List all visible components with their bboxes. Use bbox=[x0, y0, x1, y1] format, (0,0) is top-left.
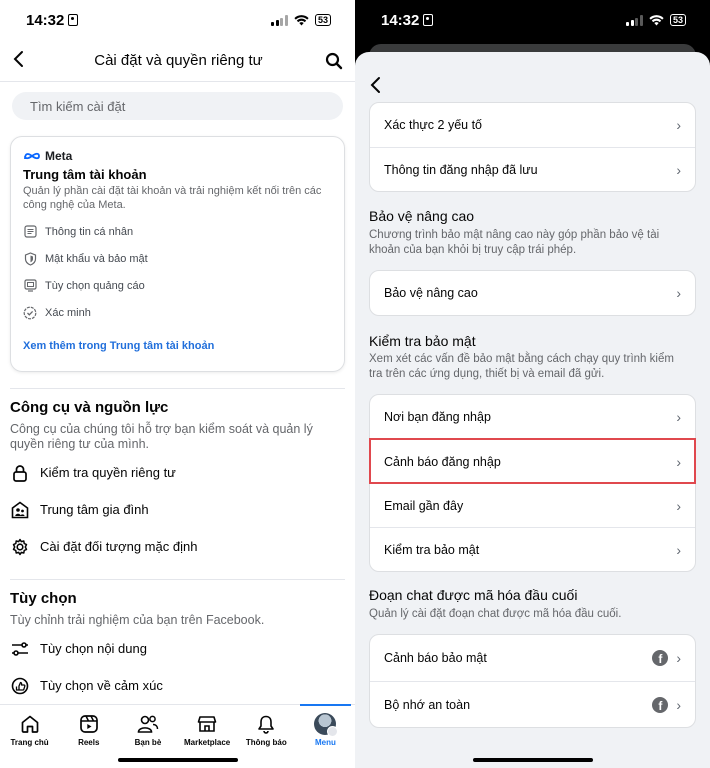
chevron-right-icon: › bbox=[676, 117, 681, 133]
cellular-signal-icon bbox=[271, 14, 288, 26]
reaction-icon bbox=[10, 676, 30, 696]
search-button[interactable] bbox=[325, 52, 343, 70]
marketplace-icon bbox=[196, 713, 218, 735]
verified-badge-icon bbox=[23, 306, 37, 320]
meta-infinity-icon bbox=[24, 152, 40, 160]
advanced-protection-item[interactable]: Bảo vệ nâng cao › bbox=[370, 271, 695, 315]
sliders-icon bbox=[10, 639, 30, 659]
advanced-protection-card: Bảo vệ nâng cao › bbox=[369, 270, 696, 316]
saved-login-info-item[interactable]: Thông tin đăng nhập đã lưu › bbox=[370, 147, 695, 191]
accounts-center-card[interactable]: Meta Trung tâm tài khoản Quản lý phần cà… bbox=[10, 136, 345, 372]
accounts-center-title: Trung tâm tài khoản bbox=[23, 167, 147, 182]
lock-icon bbox=[10, 463, 30, 483]
wifi-icon bbox=[294, 14, 309, 25]
chevron-right-icon: › bbox=[676, 285, 681, 301]
security-check-card: Nơi bạn đăng nhập › Cảnh báo đăng nhập › E… bbox=[369, 394, 696, 572]
chevron-right-icon: › bbox=[676, 541, 681, 558]
tab-home[interactable]: Trang chủ bbox=[0, 705, 59, 768]
search-icon bbox=[325, 52, 343, 69]
where-logged-in-item[interactable]: Nơi bạn đăng nhập › bbox=[370, 395, 695, 439]
reaction-preferences-item[interactable]: Tùy chọn về cảm xúc bbox=[0, 667, 355, 704]
status-bar: 14:32 53 bbox=[0, 0, 355, 40]
home-icon bbox=[19, 713, 41, 735]
privacy-checkup-item[interactable]: Kiểm tra quyền riêng tư bbox=[0, 454, 355, 491]
reels-icon bbox=[78, 713, 100, 735]
friends-icon bbox=[137, 713, 159, 735]
security-check-description: Xem xét các vấn đề bảo mật bằng cách chạ… bbox=[369, 353, 674, 380]
default-audience-item[interactable]: Cài đặt đối tượng mặc định bbox=[0, 528, 355, 565]
id-card-icon bbox=[23, 225, 37, 239]
page-header: Cài đặt và quyền riêng tư bbox=[0, 40, 355, 82]
status-bar: 14:32 53 bbox=[355, 0, 710, 40]
meta-item-ad-preferences[interactable]: Tùy chọn quảng cáo bbox=[23, 272, 332, 299]
cellular-signal-icon bbox=[626, 14, 643, 26]
login-options-card: Xác thực 2 yếu tố › Thông tin đăng nhập đ… bbox=[369, 102, 696, 192]
home-indicator bbox=[472, 758, 593, 762]
settings-search-input[interactable]: Tìm kiếm cài đặt bbox=[12, 92, 343, 120]
meta-logo: Meta bbox=[23, 149, 332, 163]
chevron-right-icon: › bbox=[676, 409, 681, 425]
chevron-right-icon: › bbox=[676, 497, 681, 514]
bell-icon bbox=[255, 713, 277, 735]
battery-indicator: 53 bbox=[314, 14, 331, 26]
back-button[interactable] bbox=[12, 50, 32, 72]
wifi-icon bbox=[649, 14, 664, 25]
two-factor-auth-item[interactable]: Xác thực 2 yếu tố › bbox=[370, 103, 695, 147]
tab-menu[interactable]: Menu bbox=[296, 704, 355, 768]
tools-section-description: Công cụ của chúng tôi hỗ trợ bạn kiểm so… bbox=[10, 422, 313, 451]
e2ee-chats-card: Cảnh báo bảo mật f › Bộ nhớ an toàn f › bbox=[369, 634, 696, 728]
facebook-icon: f bbox=[652, 696, 669, 713]
secure-storage-item[interactable]: Bộ nhớ an toàn f › bbox=[370, 681, 695, 727]
content-preferences-item[interactable]: Tùy chọn nội dung bbox=[0, 630, 355, 667]
meta-item-password-security[interactable]: Mật khẩu và bảo mật bbox=[23, 245, 332, 272]
preferences-section-description: Tùy chỉnh trải nghiệm của bạn trên Faceb… bbox=[10, 613, 265, 627]
id-card-status-icon bbox=[423, 13, 434, 26]
monitor-icon bbox=[23, 279, 37, 293]
status-time: 14:32 bbox=[381, 11, 420, 29]
meta-item-verification[interactable]: Xác minh bbox=[23, 299, 332, 326]
security-check-title: Kiểm tra bảo mật bbox=[369, 333, 476, 349]
id-card-status-icon bbox=[68, 13, 79, 26]
preferences-section-title: Tùy chọn bbox=[10, 590, 77, 607]
page-title: Cài đặt và quyền riêng tư bbox=[94, 52, 263, 69]
security-sheet: Xác thực 2 yếu tố › Thông tin đăng nhập đ… bbox=[355, 52, 710, 768]
family-center-item[interactable]: Trung tâm gia đình bbox=[0, 491, 355, 528]
security-sheet-screen: 14:32 53 Xác thực 2 yếu tố › Thông tin đă… bbox=[355, 0, 710, 768]
home-indicator bbox=[117, 758, 238, 762]
login-alerts-item[interactable]: Cảnh báo đăng nhập › bbox=[369, 438, 696, 484]
battery-indicator: 53 bbox=[669, 14, 686, 26]
accounts-center-description: Quản lý phần cài đặt tài khoản và trải n… bbox=[23, 185, 322, 211]
e2ee-chats-title: Đoạn chat được mã hóa đầu cuối bbox=[369, 587, 578, 603]
back-button[interactable] bbox=[369, 76, 389, 98]
family-icon bbox=[10, 500, 30, 520]
facebook-icon: f bbox=[652, 650, 669, 666]
chevron-left-icon bbox=[370, 77, 380, 93]
security-checkup-item[interactable]: Kiểm tra bảo mật › bbox=[370, 527, 695, 571]
tab-notifications[interactable]: Thông báo bbox=[237, 705, 296, 768]
gear-icon bbox=[10, 537, 30, 557]
chevron-right-icon: › bbox=[676, 453, 681, 470]
meta-item-personal-info[interactable]: Thông tin cá nhân bbox=[23, 218, 332, 245]
chevron-left-icon bbox=[13, 50, 23, 67]
accounts-center-link[interactable]: Xem thêm trong Trung tâm tài khoản bbox=[23, 340, 332, 352]
tools-section-title: Công cụ và nguồn lực bbox=[10, 399, 169, 416]
advanced-protection-title: Bảo vệ nâng cao bbox=[369, 208, 475, 224]
recent-emails-item[interactable]: Email gần đây › bbox=[370, 483, 695, 527]
advanced-protection-description: Chương trình bảo mật nâng cao này góp ph… bbox=[369, 229, 660, 256]
bottom-tab-bar: Trang chủ Reels Bạn bè Marketplace Thông… bbox=[0, 704, 355, 768]
chevron-right-icon: › bbox=[676, 161, 681, 178]
chevron-right-icon: › bbox=[676, 696, 681, 713]
search-placeholder: Tìm kiếm cài đặt bbox=[30, 98, 126, 114]
e2ee-chats-description: Quản lý cài đặt đoạn chat được mã hóa đầ… bbox=[369, 608, 622, 620]
security-alerts-item[interactable]: Cảnh báo bảo mật f › bbox=[370, 635, 695, 681]
status-time: 14:32 bbox=[26, 11, 65, 29]
avatar bbox=[314, 713, 339, 737]
chevron-right-icon: › bbox=[676, 650, 681, 666]
settings-privacy-screen: 14:32 53 Cài đặt và quyền riêng tư Tìm k… bbox=[0, 0, 355, 768]
tab-reels[interactable]: Reels bbox=[59, 705, 118, 768]
shield-icon bbox=[23, 251, 37, 266]
